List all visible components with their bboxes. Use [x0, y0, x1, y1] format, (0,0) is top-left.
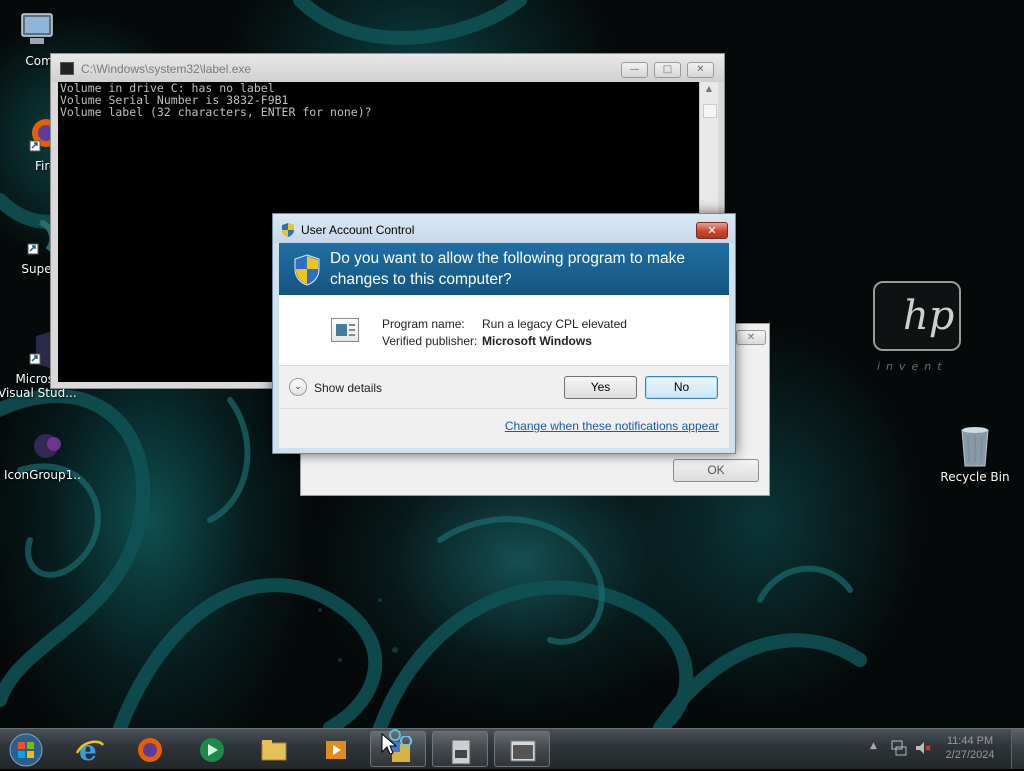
console-titlebar[interactable]: C:\Windows\system32\label.exe — □ ✕ [51, 54, 724, 82]
network-icon[interactable] [890, 739, 908, 757]
taskbar-firefox[interactable] [122, 731, 178, 767]
console-icon [60, 62, 74, 75]
background-dialog-close-button[interactable]: ✕ [736, 330, 766, 345]
show-desktop-button[interactable] [1011, 729, 1024, 769]
uac-question: Do you want to allow the following progr… [330, 250, 685, 288]
clock-time: 11:44 PM [946, 735, 994, 747]
media-center-icon [200, 738, 224, 762]
minimize-button[interactable]: — [621, 62, 648, 78]
mouse-cursor-icon [381, 729, 401, 755]
no-button[interactable]: No [645, 376, 718, 399]
clock[interactable]: 11:44 PM 2/27/2024 [940, 734, 1000, 762]
scroll-thumb[interactable] [703, 104, 717, 118]
uac-banner: Do you want to allow the following progr… [279, 243, 729, 295]
maximize-button[interactable]: □ [654, 62, 681, 78]
start-orb-icon [9, 733, 43, 767]
file-explorer-icon [261, 740, 287, 761]
taskbar-disk-drive[interactable] [432, 731, 488, 767]
background-dialog-ok-button[interactable]: OK [673, 459, 759, 482]
console-title: C:\Windows\system32\label.exe [81, 62, 252, 76]
taskbar-console[interactable] [494, 731, 550, 767]
chevron-down-icon[interactable]: ⌄ [289, 378, 307, 396]
uac-details-bar: ⌄ Show details Yes No [279, 365, 729, 409]
uac-footer: Change when these notifications appear [279, 408, 729, 448]
show-details-link[interactable]: Show details [314, 381, 382, 395]
program-name-value: Run a legacy CPL elevated [482, 317, 627, 331]
yes-button[interactable]: Yes [564, 376, 637, 399]
volume-muted-icon[interactable] [914, 739, 932, 757]
uac-program-info: Program name: Run a legacy CPL elevated … [279, 295, 729, 365]
desktop-icon-recycle-bin[interactable]: Recycle Bin [935, 424, 1015, 484]
uac-title: User Account Control [301, 223, 415, 237]
close-button[interactable]: ✕ [687, 62, 714, 78]
console-icon [510, 740, 536, 762]
desktop-icon-label: IconGroup1... [4, 468, 80, 482]
clock-date: 2/27/2024 [945, 749, 995, 761]
desktop: Compu Firefo Superm Micros Visual Stud..… [0, 0, 1024, 728]
recycle-bin-icon [961, 427, 989, 467]
desktop-icon-icongroup[interactable]: IconGroup1... [0, 432, 80, 482]
svg-text:hp: hp [903, 293, 954, 339]
uac-dialog[interactable]: User Account Control ✕ Do you want to al… [272, 213, 736, 454]
uac-close-button[interactable]: ✕ [696, 222, 728, 239]
tray-expand-icon[interactable]: ▲ [870, 741, 877, 751]
taskbar-internet-explorer[interactable]: e [62, 731, 118, 767]
uac-titlebar[interactable]: User Account Control ✕ [273, 214, 735, 243]
change-notifications-link[interactable]: Change when these notifications appear [505, 419, 719, 433]
taskbar-media-player[interactable] [308, 731, 364, 767]
svg-text:e: e [79, 735, 97, 765]
icon-group-icon [34, 434, 61, 458]
internet-explorer-icon: e [75, 735, 105, 765]
brand-tagline: invent [877, 360, 948, 373]
taskbar-media-center[interactable] [184, 731, 240, 767]
hp-logo: hp [873, 281, 961, 351]
publisher-value: Microsoft Windows [482, 334, 592, 348]
disk-drive-icon [451, 739, 471, 765]
uac-shield-icon [282, 223, 294, 237]
program-name-label: Program name: [382, 317, 465, 331]
computer-icon [21, 13, 53, 44]
desktop-icon-label: Recycle Bin [940, 470, 1010, 484]
program-icon [331, 318, 359, 342]
publisher-label: Verified publisher: [382, 334, 478, 348]
taskbar: e ▲ 11:44 PM 2/27/2024 [0, 728, 1024, 769]
uac-shield-large-icon [294, 254, 320, 286]
firefox-icon [138, 738, 162, 762]
console-line: Volume label (32 characters, ENTER for n… [60, 105, 372, 119]
start-button[interactable] [6, 732, 46, 768]
scroll-up-icon[interactable]: ▲ [703, 84, 715, 98]
taskbar-file-explorer[interactable] [246, 731, 302, 767]
media-player-icon [326, 741, 346, 759]
